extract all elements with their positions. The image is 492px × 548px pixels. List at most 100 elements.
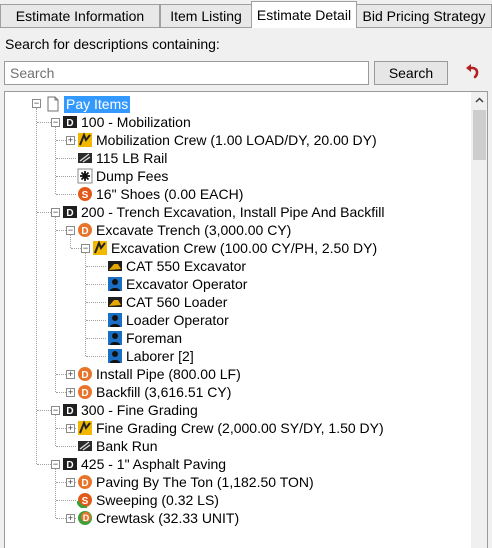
tree-item[interactable]: D Excavate Trench (3,000.00 CY) — [77, 221, 291, 239]
tree-item[interactable]: D 425 - 1" Asphalt Paving — [62, 455, 226, 473]
tree-root-label: Pay Items — [64, 95, 131, 113]
search-button[interactable]: Search — [374, 61, 448, 85]
tree-expand-toggle[interactable]: + — [66, 370, 75, 379]
tree-root-pay-items[interactable]: Pay Items — [45, 95, 131, 113]
undo-icon[interactable] — [462, 61, 484, 85]
vertical-scrollbar[interactable] — [471, 92, 487, 548]
tree-item-label: 115 LB Rail — [96, 150, 168, 166]
tree-expand-toggle[interactable]: + — [66, 514, 75, 523]
tree-item-label: Laborer [2] — [126, 348, 194, 364]
tree-item[interactable]: D Crewtask (32.33 UNIT) — [77, 509, 239, 527]
pay-item-icon: D — [62, 114, 78, 130]
svg-text:D: D — [81, 478, 88, 489]
tree-item-label: Install Pipe (800.00 LF) — [96, 366, 241, 382]
tree-collapse-toggle[interactable]: − — [51, 208, 60, 217]
tree-connector-line — [86, 266, 106, 267]
search-input[interactable] — [4, 61, 369, 85]
crewtask-icon: D — [77, 510, 93, 526]
tree-item[interactable]: 115 LB Rail — [77, 149, 167, 167]
scrollbar-thumb[interactable] — [473, 110, 486, 160]
tree-expand-toggle[interactable]: + — [66, 478, 75, 487]
material-icon — [77, 438, 93, 454]
detail-icon: D — [77, 222, 93, 238]
pay-items-tree[interactable]: − Pay Items − D 100 - Mobilization + Mobilizat… — [4, 91, 488, 548]
equipment-icon — [107, 294, 123, 310]
tree-item-label: CAT 560 Loader — [126, 294, 228, 310]
tree-item[interactable]: CAT 550 Excavator — [107, 257, 246, 275]
estimate-detail-window: Estimate Information Item Listing Estima… — [0, 0, 492, 548]
tree-item-label: 425 - 1" Asphalt Paving — [81, 456, 227, 472]
tree-expand-toggle[interactable]: + — [66, 136, 75, 145]
tree-item[interactable]: D 100 - Mobilization — [62, 113, 191, 131]
tree-item[interactable]: D Paving By The Ton (1,182.50 TON) — [77, 473, 314, 491]
tree-connector-line — [37, 410, 51, 411]
scroll-up-button[interactable] — [471, 92, 487, 109]
tree-connector-line — [56, 176, 76, 177]
tree-item[interactable]: D 300 - Fine Grading — [62, 401, 198, 419]
tree-collapse-toggle[interactable]: − — [51, 406, 60, 415]
tree-item[interactable]: D Backfill (3,616.51 CY) — [77, 383, 231, 401]
material-icon — [77, 150, 93, 166]
detail-icon: D — [77, 366, 93, 382]
tree-item[interactable]: D 200 - Trench Excavation, Install Pipe A… — [62, 203, 385, 221]
tree-item-label: 300 - Fine Grading — [81, 402, 198, 418]
tree-item[interactable]: Foreman — [107, 329, 182, 347]
subcontract-icon: S — [77, 186, 93, 202]
tree-item[interactable]: Excavator Operator — [107, 275, 247, 293]
tree-connector-line — [56, 500, 76, 501]
tree-collapse-toggle[interactable]: − — [81, 244, 90, 253]
labor-icon — [107, 312, 123, 328]
tree-item-label: Excavate Trench (3,000.00 CY) — [96, 222, 292, 238]
tab-estimate-detail[interactable]: Estimate Detail — [251, 1, 357, 28]
tree-item[interactable]: Laborer [2] — [107, 347, 194, 365]
tree-item-label: 100 - Mobilization — [81, 114, 191, 130]
tree-item-label: Foreman — [126, 330, 183, 346]
tree-connector-line — [56, 392, 66, 393]
svg-text:S: S — [82, 190, 89, 201]
tree-connector-line — [56, 158, 76, 159]
tree-expand-toggle[interactable]: + — [66, 388, 75, 397]
svg-text:D: D — [81, 226, 88, 237]
tree-connector-line — [86, 338, 106, 339]
tree-collapse-toggle[interactable]: − — [51, 118, 60, 127]
tree-item[interactable]: Excavation Crew (100.00 CY/PH, 2.50 DY) — [92, 239, 377, 257]
tree-item[interactable]: Loader Operator — [107, 311, 229, 329]
tree-item[interactable]: D Install Pipe (800.00 LF) — [77, 365, 241, 383]
tree-item[interactable]: Bank Run — [77, 437, 157, 455]
tree-item-label: Bank Run — [96, 438, 158, 454]
tree-item-label: Fine Grading Crew (2,000.00 SY/DY, 1.50 … — [96, 420, 384, 436]
tree-item-label: 16" Shoes (0.00 EACH) — [96, 186, 244, 202]
tree-connector-line — [86, 302, 106, 303]
tree-connector-line — [56, 374, 66, 375]
crew-icon — [77, 420, 93, 436]
tree-item[interactable]: Mobilization Crew (1.00 LOAD/DY, 20.00 D… — [77, 131, 377, 149]
tree-item-label: 200 - Trench Excavation, Install Pipe An… — [81, 204, 385, 220]
tree-item[interactable]: Fine Grading Crew (2,000.00 SY/DY, 1.50 … — [77, 419, 384, 437]
svg-text:D: D — [66, 118, 73, 129]
pay-item-icon: D — [62, 204, 78, 220]
tree-connector-line — [86, 356, 106, 357]
tree-item-label: Loader Operator — [126, 312, 229, 328]
svg-text:D: D — [66, 460, 73, 471]
equipment-icon — [107, 258, 123, 274]
tree-item-label: Sweeping (0.32 LS) — [96, 492, 219, 508]
tree-item-label: CAT 550 Excavator — [126, 258, 247, 274]
tree-connector-line — [55, 464, 56, 518]
tab-estimate-information[interactable]: Estimate Information — [0, 4, 160, 27]
svg-text:D: D — [81, 388, 88, 399]
tree-connector-line — [37, 122, 51, 123]
tree-connector-line — [71, 248, 81, 249]
tree-item[interactable]: S 16" Shoes (0.00 EACH) — [77, 185, 243, 203]
tree-expand-toggle[interactable]: + — [66, 424, 75, 433]
tab-item-listing[interactable]: Item Listing — [160, 4, 252, 27]
crew-icon — [92, 240, 108, 256]
tree-item[interactable]: Dump Fees — [77, 167, 168, 185]
tree-item[interactable]: S Sweeping (0.32 LS) — [76, 491, 219, 509]
tree-collapse-toggle[interactable]: − — [51, 460, 60, 469]
svg-text:D: D — [66, 406, 73, 417]
tree-collapse-toggle[interactable]: − — [32, 99, 41, 108]
svg-text:D: D — [81, 370, 88, 381]
tab-bid-pricing-strategy[interactable]: Bid Pricing Strategy — [356, 4, 492, 27]
tree-collapse-toggle[interactable]: − — [66, 226, 75, 235]
tree-item[interactable]: CAT 560 Loader — [107, 293, 227, 311]
